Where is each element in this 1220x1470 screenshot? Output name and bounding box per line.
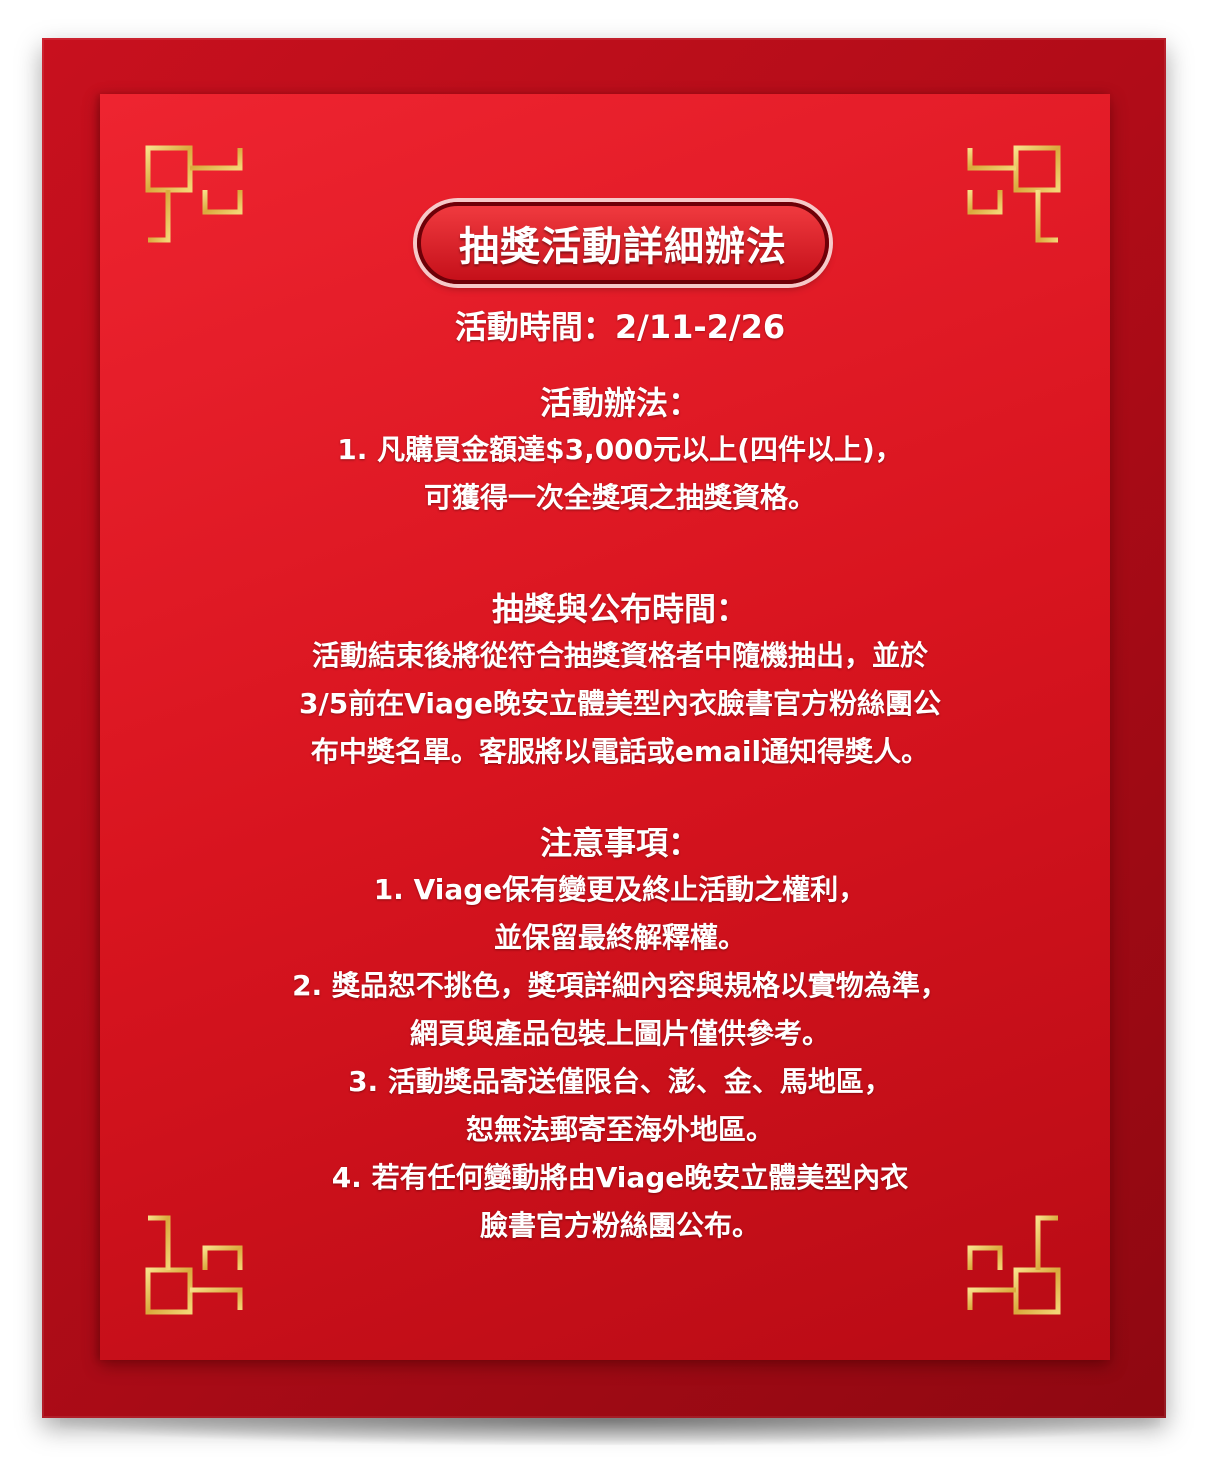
notes-line: 4. 若有任何變動將由Viage晚安立體美型內衣 <box>331 1161 909 1194</box>
event-period-text: 活動時間：2/11-2/26 <box>454 308 786 346</box>
announcement-line: 活動結束後將從符合抽獎資格者中隨機抽出，並於 <box>311 639 928 672</box>
notes-line: 1. Viage保有變更及終止活動之權利， <box>373 873 867 906</box>
method-line: 可獲得一次全獎項之抽獎資格。 <box>423 481 816 514</box>
method-section: 活動辦法： 1. 凡購買金額達$3,000元以上(四件以上)， 可獲得一次全獎項… <box>220 380 1020 522</box>
notes-section: 注意事項： 1. Viage保有變更及終止活動之權利， 並保留最終解釋權。 2.… <box>220 820 1020 1250</box>
event-period: 活動時間：2/11-2/26 <box>220 305 1020 349</box>
announcement-heading: 抽獎與公布時間： <box>491 590 748 628</box>
title-badge: 抽獎活動詳細辦法 <box>417 202 829 284</box>
notes-heading: 注意事項： <box>539 824 700 862</box>
notes-line: 網頁與產品包裝上圖片僅供參考。 <box>409 1017 830 1050</box>
notes-line: 並保留最終解釋權。 <box>493 921 746 954</box>
notes-line: 恕無法郵寄至海外地區。 <box>465 1113 774 1146</box>
announcement-section: 抽獎與公布時間： 活動結束後將從符合抽獎資格者中隨機抽出，並於 3/5前在Via… <box>220 586 1020 776</box>
announcement-line: 布中獎名單。客服將以電話或email通知得獎人。 <box>310 735 930 768</box>
method-heading: 活動辦法： <box>539 384 700 422</box>
notes-line: 2. 獎品恕不挑色，獎項詳細內容與規格以實物為準， <box>292 969 948 1002</box>
method-line: 1. 凡購買金額達$3,000元以上(四件以上)， <box>337 433 903 466</box>
page-title: 抽獎活動詳細辦法 <box>459 224 787 270</box>
notes-line: 臉書官方粉絲團公布。 <box>479 1209 760 1242</box>
announcement-line: 3/5前在Viage晚安立體美型內衣臉書官方粉絲團公 <box>299 687 941 720</box>
notes-line: 3. 活動獎品寄送僅限台、澎、金、馬地區， <box>348 1065 892 1098</box>
